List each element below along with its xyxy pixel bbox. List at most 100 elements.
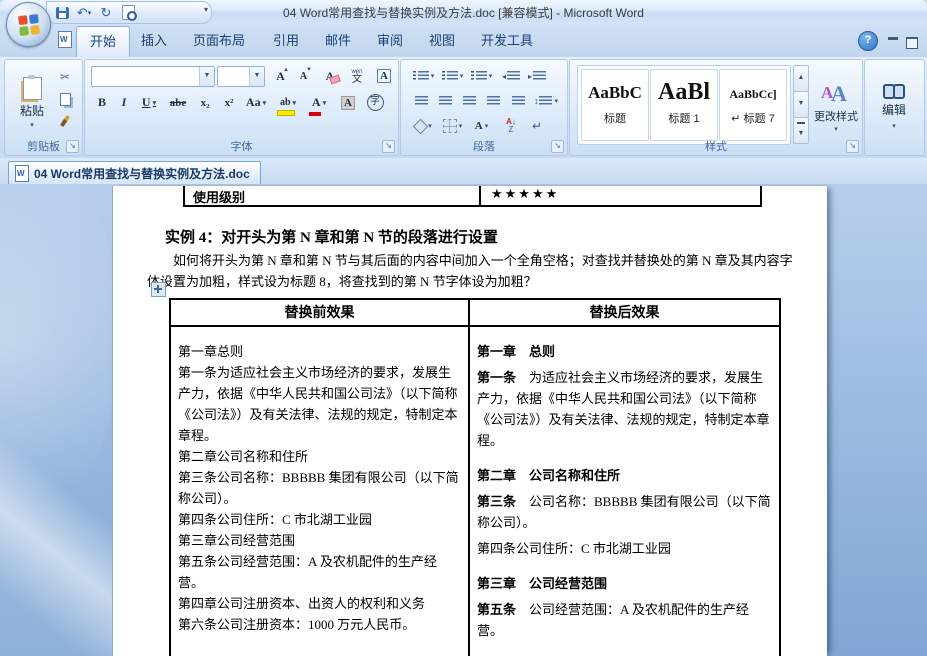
format-painter-button[interactable] <box>53 111 77 131</box>
line-spacing-button[interactable]: ▾ <box>531 90 561 112</box>
style-card-heading1[interactable]: AaBl 标题 1 <box>650 69 718 141</box>
numbering-button[interactable]: ▾ <box>438 65 467 87</box>
gallery-scroll-up-button[interactable]: ▲ <box>793 65 809 92</box>
chevron-down-icon: ▾ <box>430 73 435 80</box>
document-area: 使用级别 ★★★★★ 实例 4：对开头为第 N 章和第 N 节的段落进行设置 如… <box>0 184 927 656</box>
show-marks-button[interactable]: ↵ <box>524 115 550 137</box>
bold-button[interactable]: B <box>91 91 113 114</box>
pinyin-guide-button[interactable]: wén 文 <box>344 65 370 87</box>
chevron-down-icon: ▾ <box>262 98 267 107</box>
italic-label: I <box>121 95 127 109</box>
doc-line: 第三章公司经营范围 <box>178 533 296 548</box>
bold-label: B <box>97 95 106 109</box>
office-button[interactable] <box>6 2 51 47</box>
qat-customize-button[interactable]: ▾ <box>204 5 208 14</box>
font-color-button[interactable]: A ▾ <box>304 91 334 119</box>
doc-restore-button[interactable] <box>906 37 918 49</box>
table-move-handle[interactable] <box>151 282 166 297</box>
format-painter-icon <box>59 114 71 128</box>
style-preview: AaBl <box>657 79 710 105</box>
redo-button[interactable]: ↻ <box>97 4 115 21</box>
align-left-button[interactable] <box>409 90 433 112</box>
compare-table-header: 替换前效果 替换后效果 <box>171 300 779 327</box>
styles-gallery-scroll: ▲ ▼ ▼ <box>793 65 809 144</box>
decrease-indent-button[interactable] <box>498 65 524 87</box>
character-border-button[interactable]: A <box>371 65 397 87</box>
asian-layout-button[interactable]: A ▾ <box>467 115 496 137</box>
document-page[interactable]: 使用级别 ★★★★★ 实例 4：对开头为第 N 章和第 N 节的段落进行设置 如… <box>112 186 827 656</box>
styles-dialog-launcher[interactable]: ↘ <box>846 140 859 153</box>
print-preview-button[interactable] <box>119 4 137 21</box>
change-case-button[interactable]: Aa ▾ <box>241 91 271 114</box>
align-right-icon <box>462 96 476 106</box>
justify-button[interactable] <box>481 90 505 112</box>
font-group-label: 字体 <box>230 141 253 153</box>
style-name: 标题 <box>604 113 626 125</box>
compare-table: 替换前效果 替换后效果 第一章总则 第一条为适应社会主义市场经济的要求，发展生产… <box>169 298 781 656</box>
help-button[interactable]: ? <box>858 31 878 51</box>
style-card-heading7[interactable]: AaBbCc] ↵ 标题 7 <box>719 69 787 141</box>
tab-references[interactable]: 引用 <box>260 28 312 53</box>
cut-button[interactable]: ✂ <box>53 67 77 87</box>
font-size-combo[interactable]: ▼ <box>217 66 265 87</box>
print-preview-icon <box>121 5 137 21</box>
shrink-font-button[interactable]: A ▼ <box>292 65 315 87</box>
font-name-combo[interactable]: ▼ <box>91 66 215 87</box>
chevron-down-icon: ▾ <box>554 98 558 105</box>
highlight-color-button[interactable]: ab ▾ <box>273 91 303 119</box>
enclose-characters-button[interactable]: 字 <box>362 91 388 114</box>
align-right-button[interactable] <box>457 90 481 112</box>
up-mark-icon: ▲ <box>283 67 289 73</box>
asian-layout-icon: A <box>474 120 483 132</box>
underline-label: U <box>141 95 151 109</box>
tab-page-layout[interactable]: 页面布局 <box>180 28 258 53</box>
down-mark-icon: ▼ <box>306 67 312 73</box>
paste-button[interactable]: 粘贴 ▾ <box>11 65 53 140</box>
multilevel-list-button[interactable]: ▾ <box>467 65 496 87</box>
clear-formatting-button[interactable]: A <box>317 65 343 87</box>
paragraph-dialog-launcher[interactable]: ↘ <box>551 140 564 153</box>
undo-button[interactable]: ↶ ▾ <box>75 4 93 21</box>
italic-button[interactable]: I <box>113 91 135 114</box>
style-card-title[interactable]: AaBbC 标题 <box>581 69 649 141</box>
document-tab[interactable]: 04 Word常用查找与替换实例及方法.doc <box>8 161 261 184</box>
grow-font-button[interactable]: A ▲ <box>269 65 292 87</box>
superscript-button[interactable]: x² <box>217 91 241 114</box>
save-button[interactable] <box>53 4 71 21</box>
tab-home[interactable]: 开始 <box>76 26 131 58</box>
document-control-menu[interactable] <box>58 31 72 53</box>
font-dialog-launcher[interactable]: ↘ <box>382 140 395 153</box>
tab-mailings[interactable]: 邮件 <box>312 28 364 53</box>
gallery-scroll-down-button[interactable]: ▼ <box>793 91 809 118</box>
sort-button[interactable]: A↓ Z <box>498 115 524 137</box>
clipboard-dialog-launcher[interactable]: ↘ <box>66 140 79 153</box>
distribute-button[interactable] <box>505 90 531 112</box>
borders-button[interactable]: ▾ <box>438 115 467 137</box>
character-shading-button[interactable]: A <box>335 91 361 114</box>
tab-developer[interactable]: 开发工具 <box>468 28 546 53</box>
underline-button[interactable]: U ▾ <box>135 91 163 114</box>
doc-line: 第一条 为适应社会主义市场经济的要求，发展生产力，依据《中华人民共和国公司法》（… <box>477 370 770 448</box>
doc-heading-line: 第二章 公司名称和住所 <box>477 468 621 483</box>
chevron-down-icon: ▾ <box>484 123 489 130</box>
subscript-button[interactable]: x₂ <box>193 91 217 114</box>
tab-insert[interactable]: 插入 <box>128 28 180 53</box>
align-center-button[interactable] <box>433 90 457 112</box>
tab-review[interactable]: 审阅 <box>364 28 416 53</box>
editing-button[interactable]: 编辑 ▾ <box>871 68 917 146</box>
bullets-button[interactable]: ▾ <box>409 65 438 87</box>
strikethrough-button[interactable]: abe <box>164 91 192 114</box>
chevron-down-icon: ▼ <box>199 67 214 86</box>
align-center-icon <box>438 96 452 106</box>
doc-minimize-button[interactable] <box>888 37 898 40</box>
tab-view[interactable]: 视图 <box>416 28 468 53</box>
chevron-down-icon: ▾ <box>292 98 297 107</box>
increase-indent-button[interactable] <box>524 65 550 87</box>
font-color-label: A <box>311 95 321 109</box>
styles-gallery: AaBbC 标题 AaBl 标题 1 AaBbCc] ↵ 标题 7 <box>577 65 791 145</box>
office-logo-icon <box>17 13 40 36</box>
ribbon: 粘贴 ▾ ✂ 剪贴板 ↘ ▼ ▼ A ▲ A ▼ A wén 文 A B I U ▾ a… <box>0 57 927 159</box>
copy-button[interactable] <box>53 89 77 109</box>
doc-line: 第一条为适应社会主义市场经济的要求，发展生产力，依据《中华人民共和国公司法》（以… <box>178 365 458 443</box>
shading-button[interactable]: ▾ <box>409 115 438 137</box>
